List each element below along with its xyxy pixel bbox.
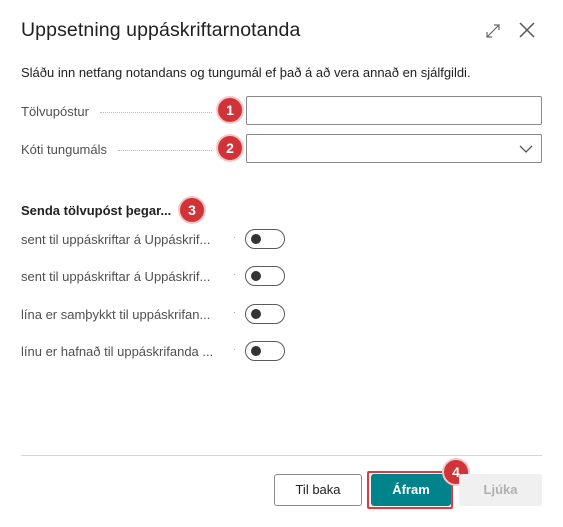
- notify-toggle-3[interactable]: [245, 304, 285, 324]
- callout-badge-3: 3: [180, 198, 204, 222]
- toggle-row-label: sent til uppáskriftar á Uppáskrif...: [21, 269, 211, 284]
- toggle-row-label: línu er hafnað til uppáskrifanda ...: [21, 344, 214, 359]
- expand-icon[interactable]: [484, 22, 502, 40]
- toggle-knob: [251, 309, 261, 319]
- toggle-leader-dot: ·: [233, 344, 237, 355]
- email-field[interactable]: [246, 96, 542, 125]
- dialog-title: Uppsetning uppáskriftarnotanda: [21, 19, 301, 41]
- notify-toggle-1[interactable]: [245, 229, 285, 249]
- toggle-leader-dot: ·: [233, 232, 237, 243]
- callout-badge-2: 2: [218, 136, 242, 160]
- next-button[interactable]: Áfram: [371, 474, 451, 506]
- notify-toggle-2[interactable]: [245, 266, 285, 286]
- toggle-knob: [251, 234, 261, 244]
- toggle-leader-dot: ·: [233, 307, 237, 318]
- language-label-leader: [118, 150, 212, 151]
- dialog-description: Sláðu inn netfang notandans og tungumál …: [21, 65, 471, 80]
- toggle-knob: [251, 346, 261, 356]
- chevron-down-icon: [519, 145, 533, 153]
- footer-divider: [21, 455, 542, 456]
- language-code-label: Kóti tungumáls: [21, 142, 107, 157]
- email-label: Tölvupóstur: [21, 104, 89, 119]
- toggle-row-label: lína er samþykkt til uppáskrifan...: [21, 307, 211, 322]
- toggle-leader-dot: ·: [233, 269, 237, 280]
- language-code-select[interactable]: [246, 134, 542, 163]
- callout-badge-1: 1: [218, 98, 242, 122]
- toggle-knob: [251, 271, 261, 281]
- email-label-leader: [100, 112, 212, 113]
- back-button[interactable]: Til baka: [274, 474, 362, 506]
- section-heading: Senda tölvupóst þegar...: [21, 203, 172, 218]
- toggle-row-label: sent til uppáskriftar á Uppáskrif...: [21, 232, 211, 247]
- notify-toggle-4[interactable]: [245, 341, 285, 361]
- finish-button: Ljúka: [459, 474, 542, 506]
- close-icon[interactable]: [517, 20, 537, 40]
